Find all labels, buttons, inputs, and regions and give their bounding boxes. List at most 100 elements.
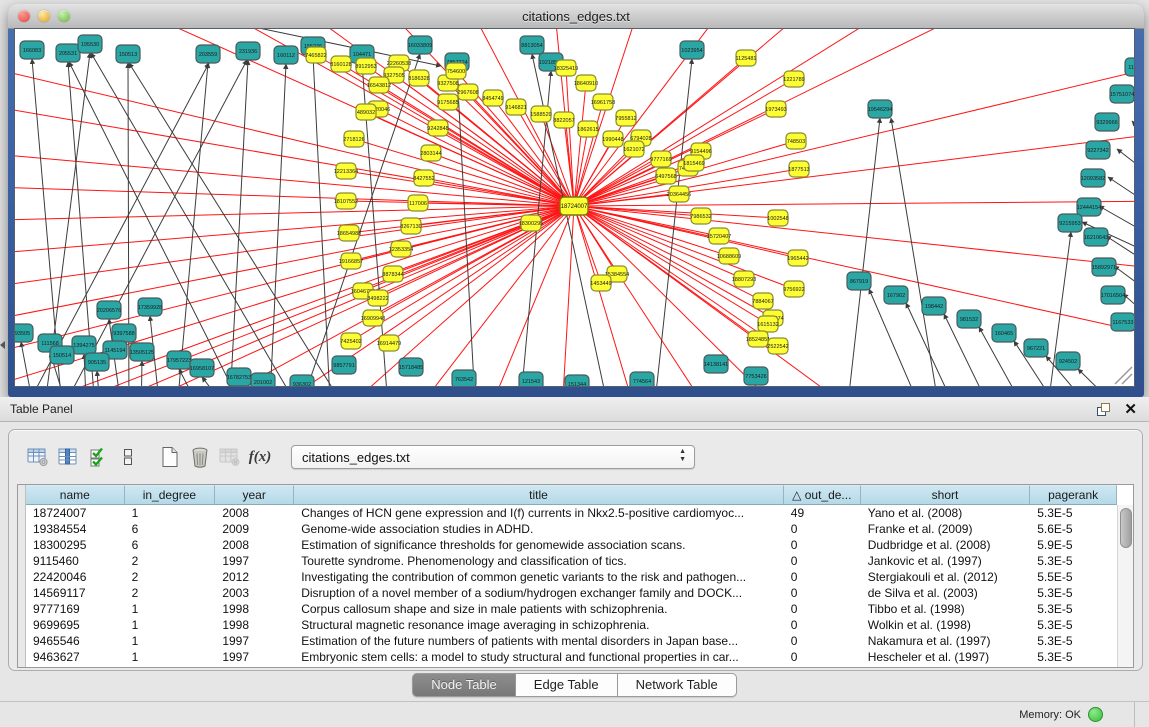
- table-cell: 5.9E-5: [1030, 537, 1117, 553]
- svg-text:9215953: 9215953: [1059, 221, 1080, 227]
- column-header[interactable]: name: [26, 485, 125, 505]
- svg-text:8186328: 8186328: [408, 76, 429, 82]
- svg-text:1453449: 1453449: [590, 281, 611, 287]
- svg-text:748503: 748503: [787, 139, 805, 145]
- svg-text:1815469: 1815469: [683, 161, 704, 167]
- table-row[interactable]: 1830029562008Estimation of significance …: [26, 537, 1117, 553]
- column-header[interactable]: year: [215, 485, 294, 505]
- svg-text:1877513: 1877513: [788, 167, 809, 173]
- svg-text:9777169: 9777169: [650, 157, 671, 163]
- svg-text:7753426: 7753426: [745, 374, 766, 380]
- svg-text:1588520: 1588520: [530, 112, 551, 118]
- table-cell: 0: [784, 553, 861, 569]
- table-cell: 18300295: [26, 537, 125, 553]
- table-row[interactable]: 977716911998Corpus callosum shape and si…: [26, 601, 1117, 617]
- svg-text:1125481: 1125481: [735, 56, 756, 62]
- float-panel-icon[interactable]: [1097, 403, 1110, 416]
- svg-text:936302: 936302: [293, 382, 311, 387]
- table-panel: Table Panel ✕: [0, 397, 1149, 727]
- svg-text:22260538: 22260538: [387, 61, 411, 67]
- svg-text:17016504: 17016504: [1101, 293, 1125, 299]
- column-header[interactable]: title: [294, 485, 784, 505]
- svg-text:8878344: 8878344: [382, 272, 403, 278]
- svg-text:195530: 195530: [81, 42, 99, 48]
- table-row[interactable]: 1456911722003Disruption of a novel membe…: [26, 585, 1117, 601]
- svg-text:16961758: 16961758: [591, 100, 615, 106]
- svg-text:2522542: 2522542: [767, 344, 788, 350]
- svg-text:121543: 121543: [522, 379, 540, 385]
- attribute-table: namein_degreeyeartitle△ out_de...shortpa…: [17, 484, 1134, 668]
- tab-node-table[interactable]: Node Table: [412, 673, 516, 697]
- network-canvas[interactable]: 1660832055311955301505132035592319361601…: [14, 28, 1135, 387]
- dropdown-stepper-icon: ▲▼: [679, 448, 686, 464]
- column-header[interactable]: in_degree: [125, 485, 216, 505]
- table-cell: Corpus callosum shape and size in male p…: [294, 601, 784, 617]
- delete-entry-icon[interactable]: [185, 444, 215, 470]
- svg-text:1221789: 1221789: [783, 77, 804, 83]
- svg-text:9227342: 9227342: [1087, 148, 1108, 154]
- table-row[interactable]: 946362711997Embryonic stem cells: a mode…: [26, 649, 1117, 665]
- new-table-icon[interactable]: [155, 444, 185, 470]
- table-cell: 0: [784, 649, 861, 665]
- column-header[interactable]: △ out_de...: [784, 485, 861, 505]
- table-selector-dropdown[interactable]: citations_edges.txt ▲▼: [291, 445, 695, 469]
- svg-text:16958107: 16958107: [190, 366, 214, 372]
- table-cell: 1: [125, 617, 216, 633]
- memory-ok-icon[interactable]: [1088, 707, 1103, 722]
- table-row[interactable]: 1938455462009Genome-wide association stu…: [26, 521, 1117, 537]
- svg-text:19546294: 19546294: [868, 107, 892, 113]
- svg-text:3498222: 3498222: [367, 296, 388, 302]
- svg-text:10688609: 10688609: [717, 254, 741, 260]
- svg-text:9175685: 9175685: [437, 100, 458, 106]
- svg-text:9756922: 9756922: [783, 287, 804, 293]
- svg-text:15718485: 15718485: [399, 365, 423, 371]
- svg-text:13505125: 13505125: [130, 350, 154, 356]
- svg-text:867919: 867919: [850, 279, 868, 285]
- table-row[interactable]: 2242004622012Investigating the contribut…: [26, 569, 1117, 585]
- table-cell: 22420046: [26, 569, 125, 585]
- svg-text:14138141: 14138141: [704, 362, 728, 368]
- table-cell: 5.3E-5: [1030, 633, 1117, 649]
- function-builder-icon[interactable]: f(x): [245, 444, 275, 470]
- table-cell: Stergiakouli et al. (2012): [861, 569, 1031, 585]
- svg-text:12444154: 12444154: [1077, 205, 1101, 211]
- table-selector-value: citations_edges.txt: [302, 450, 410, 465]
- table-cell: 6: [125, 521, 216, 537]
- table-cell: 5.3E-5: [1030, 617, 1117, 633]
- delete-table-icon[interactable]: [215, 444, 245, 470]
- svg-text:16210643: 16210643: [1084, 235, 1108, 241]
- svg-text:15892971: 15892971: [1092, 265, 1116, 271]
- svg-text:17957223: 17957223: [167, 358, 191, 364]
- svg-text:7955812: 7955812: [615, 116, 636, 122]
- panel-mode-icon[interactable]: [113, 444, 143, 470]
- svg-text:104471: 104471: [353, 52, 371, 58]
- svg-text:19166857: 19166857: [339, 259, 363, 265]
- svg-text:193505: 193505: [14, 331, 30, 337]
- table-row[interactable]: 911546021997Tourette syndrome. Phenomeno…: [26, 553, 1117, 569]
- tab-edge-table[interactable]: Edge Table: [516, 673, 618, 697]
- table-panel-body: f(x) citations_edges.txt ▲▼ namein_degre…: [8, 429, 1143, 671]
- column-header[interactable]: short: [861, 485, 1031, 505]
- svg-text:18325419: 18325419: [554, 66, 578, 72]
- table-cell: 2008: [215, 505, 294, 521]
- splitter-collapse-icon[interactable]: [0, 341, 5, 349]
- table-row[interactable]: 1872400712008Changes of HCN gene express…: [26, 505, 1117, 521]
- table-cell: Franke et al. (2009): [861, 521, 1031, 537]
- table-row[interactable]: 969969511998Structural magnetic resonanc…: [26, 617, 1117, 633]
- row-select-icon[interactable]: [83, 444, 113, 470]
- table-cell: 9699695: [26, 617, 125, 633]
- table-row[interactable]: 946554611997Estimation of the future num…: [26, 633, 1117, 649]
- scrollbar-thumb[interactable]: [1120, 508, 1132, 548]
- table-panel-header: Table Panel ✕: [0, 397, 1149, 422]
- table-panel-title: Table Panel: [10, 402, 73, 416]
- svg-text:16543812: 16543812: [367, 83, 391, 89]
- column-visibility-icon[interactable]: [53, 444, 83, 470]
- table-cell: 1: [125, 633, 216, 649]
- table-options-icon[interactable]: [23, 444, 53, 470]
- table-scrollbar[interactable]: [1117, 505, 1133, 667]
- table-cell: Changes of HCN gene expression and I(f) …: [294, 505, 784, 521]
- tab-network-table[interactable]: Network Table: [618, 673, 737, 697]
- close-panel-icon[interactable]: ✕: [1124, 402, 1137, 417]
- window-titlebar[interactable]: citations_edges.txt: [8, 4, 1144, 29]
- column-header[interactable]: pagerank: [1030, 485, 1117, 505]
